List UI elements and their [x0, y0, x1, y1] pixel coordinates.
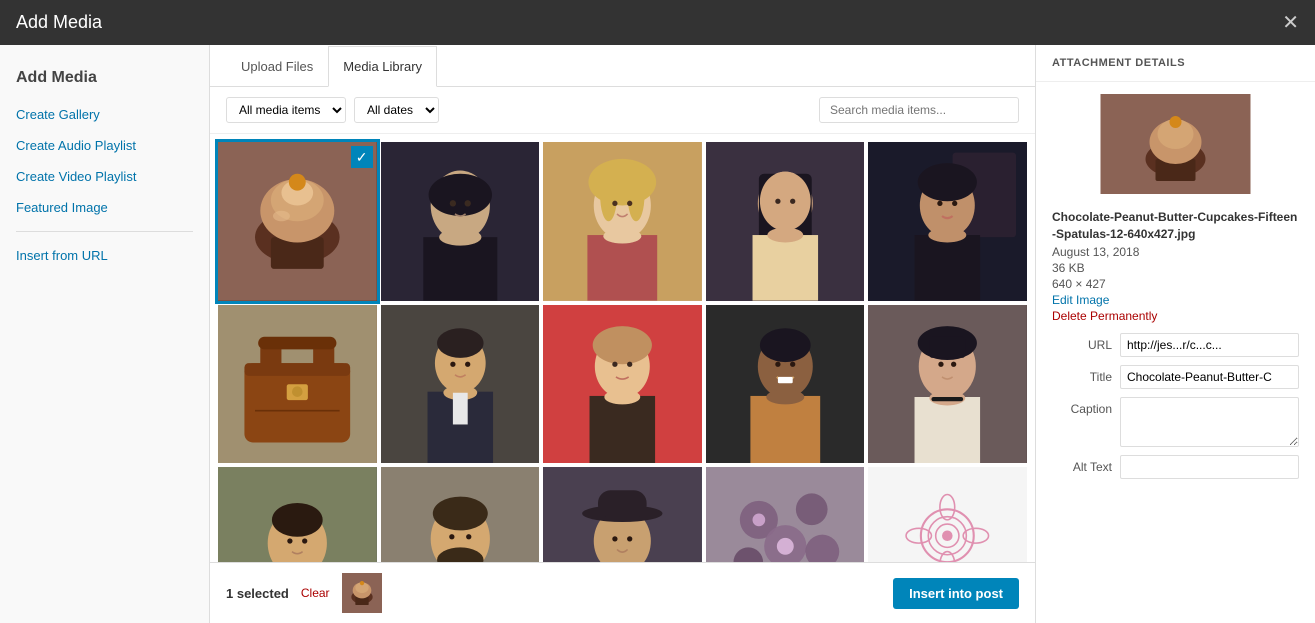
alt-text-label: Alt Text	[1052, 455, 1112, 474]
url-input[interactable]	[1120, 333, 1299, 357]
media-item[interactable]	[543, 142, 702, 301]
person-image	[543, 467, 702, 562]
toolbar: All media items Images Audio Video All d…	[210, 87, 1035, 134]
media-item[interactable]	[868, 142, 1027, 301]
filter-media-select[interactable]: All media items Images Audio Video	[226, 97, 346, 123]
person-image	[706, 305, 865, 464]
attachment-filesize: 36 KB	[1036, 261, 1315, 277]
person-image	[381, 142, 540, 301]
attachment-details-title: ATTACHMENT DETAILS	[1036, 45, 1315, 82]
attachment-filename: Chocolate-Peanut-Butter-Cupcakes-Fifteen…	[1036, 209, 1315, 245]
media-item[interactable]	[218, 305, 377, 464]
media-item[interactable]	[706, 305, 865, 464]
media-item[interactable]: ✓	[218, 142, 377, 301]
media-grid: ✓	[210, 134, 1035, 562]
tab-upload-files[interactable]: Upload Files	[226, 46, 328, 87]
main-content: Upload Files Media Library All media ite…	[210, 45, 1035, 623]
attachment-fields: URL Title Caption Alt Text	[1036, 325, 1315, 623]
add-media-modal: Add Media ✕ Add Media Create Gallery Cre…	[0, 0, 1315, 623]
media-item[interactable]	[381, 467, 540, 562]
flowers-image	[706, 467, 865, 562]
sidebar-item-create-gallery[interactable]: Create Gallery	[0, 99, 209, 130]
url-field-row: URL	[1052, 333, 1299, 357]
clear-selection-link[interactable]: Clear	[301, 586, 330, 600]
sidebar-item-insert-from-url[interactable]: Insert from URL	[0, 240, 209, 271]
person-image	[381, 305, 540, 464]
person-image	[381, 467, 540, 562]
media-item[interactable]	[381, 142, 540, 301]
insert-into-post-button[interactable]: Insert into post	[893, 578, 1019, 609]
sidebar-item-create-video-playlist[interactable]: Create Video Playlist	[0, 161, 209, 192]
selected-check: ✓	[351, 146, 373, 168]
tab-media-library[interactable]: Media Library	[328, 46, 437, 87]
title-input[interactable]	[1120, 365, 1299, 389]
attachment-details-panel: ATTACHMENT DETAILS Chocolate-Peanut-Butt…	[1035, 45, 1315, 623]
search-input[interactable]	[819, 97, 1019, 123]
sidebar-item-create-audio-playlist[interactable]: Create Audio Playlist	[0, 130, 209, 161]
media-item[interactable]	[543, 467, 702, 562]
sidebar: Add Media Create Gallery Create Audio Pl…	[0, 45, 210, 623]
person-image	[868, 305, 1027, 464]
media-item[interactable]	[543, 305, 702, 464]
rose-drawing-image	[868, 467, 1027, 562]
attachment-date: August 13, 2018	[1036, 245, 1315, 261]
person-image	[218, 467, 377, 562]
caption-field-row: Caption	[1052, 397, 1299, 447]
person-image	[706, 142, 865, 301]
title-field-row: Title	[1052, 365, 1299, 389]
person-image	[543, 305, 702, 464]
sidebar-divider	[16, 231, 193, 232]
modal-overlay: Add Media ✕ Add Media Create Gallery Cre…	[0, 0, 1315, 623]
media-item[interactable]	[381, 305, 540, 464]
person-image	[543, 142, 702, 301]
delete-permanently-link[interactable]: Delete Permanently	[1036, 309, 1315, 325]
modal-body: Add Media Create Gallery Create Audio Pl…	[0, 45, 1315, 623]
media-item[interactable]	[218, 467, 377, 562]
edit-image-link[interactable]: Edit Image	[1036, 293, 1315, 309]
footer: 1 selected Clear	[210, 562, 1035, 623]
bag-image	[218, 305, 377, 464]
sidebar-item-featured-image[interactable]: Featured Image	[0, 192, 209, 223]
attachment-preview	[1036, 82, 1315, 209]
caption-label: Caption	[1052, 397, 1112, 416]
modal-header: Add Media ✕	[0, 0, 1315, 45]
close-button[interactable]: ✕	[1282, 13, 1299, 33]
media-item[interactable]	[868, 305, 1027, 464]
tab-bar: Upload Files Media Library	[210, 45, 1035, 87]
media-item[interactable]	[868, 467, 1027, 562]
title-label: Title	[1052, 365, 1112, 384]
footer-left: 1 selected Clear	[226, 573, 382, 613]
media-item[interactable]	[706, 467, 865, 562]
alt-text-input[interactable]	[1120, 455, 1299, 479]
attachment-dimensions: 640 × 427	[1036, 277, 1315, 293]
media-item[interactable]	[706, 142, 865, 301]
person-image	[868, 142, 1027, 301]
media-grid-scroll[interactable]: ✓	[210, 134, 1035, 562]
filter-dates-select[interactable]: All dates 2018 2017	[354, 97, 439, 123]
sidebar-title: Add Media	[0, 61, 209, 99]
footer-thumbnail	[342, 573, 382, 613]
alt-text-field-row: Alt Text	[1052, 455, 1299, 479]
url-label: URL	[1052, 333, 1112, 352]
search-container	[819, 97, 1019, 123]
caption-input[interactable]	[1120, 397, 1299, 447]
selected-count: 1 selected	[226, 586, 289, 601]
modal-title: Add Media	[16, 12, 102, 33]
